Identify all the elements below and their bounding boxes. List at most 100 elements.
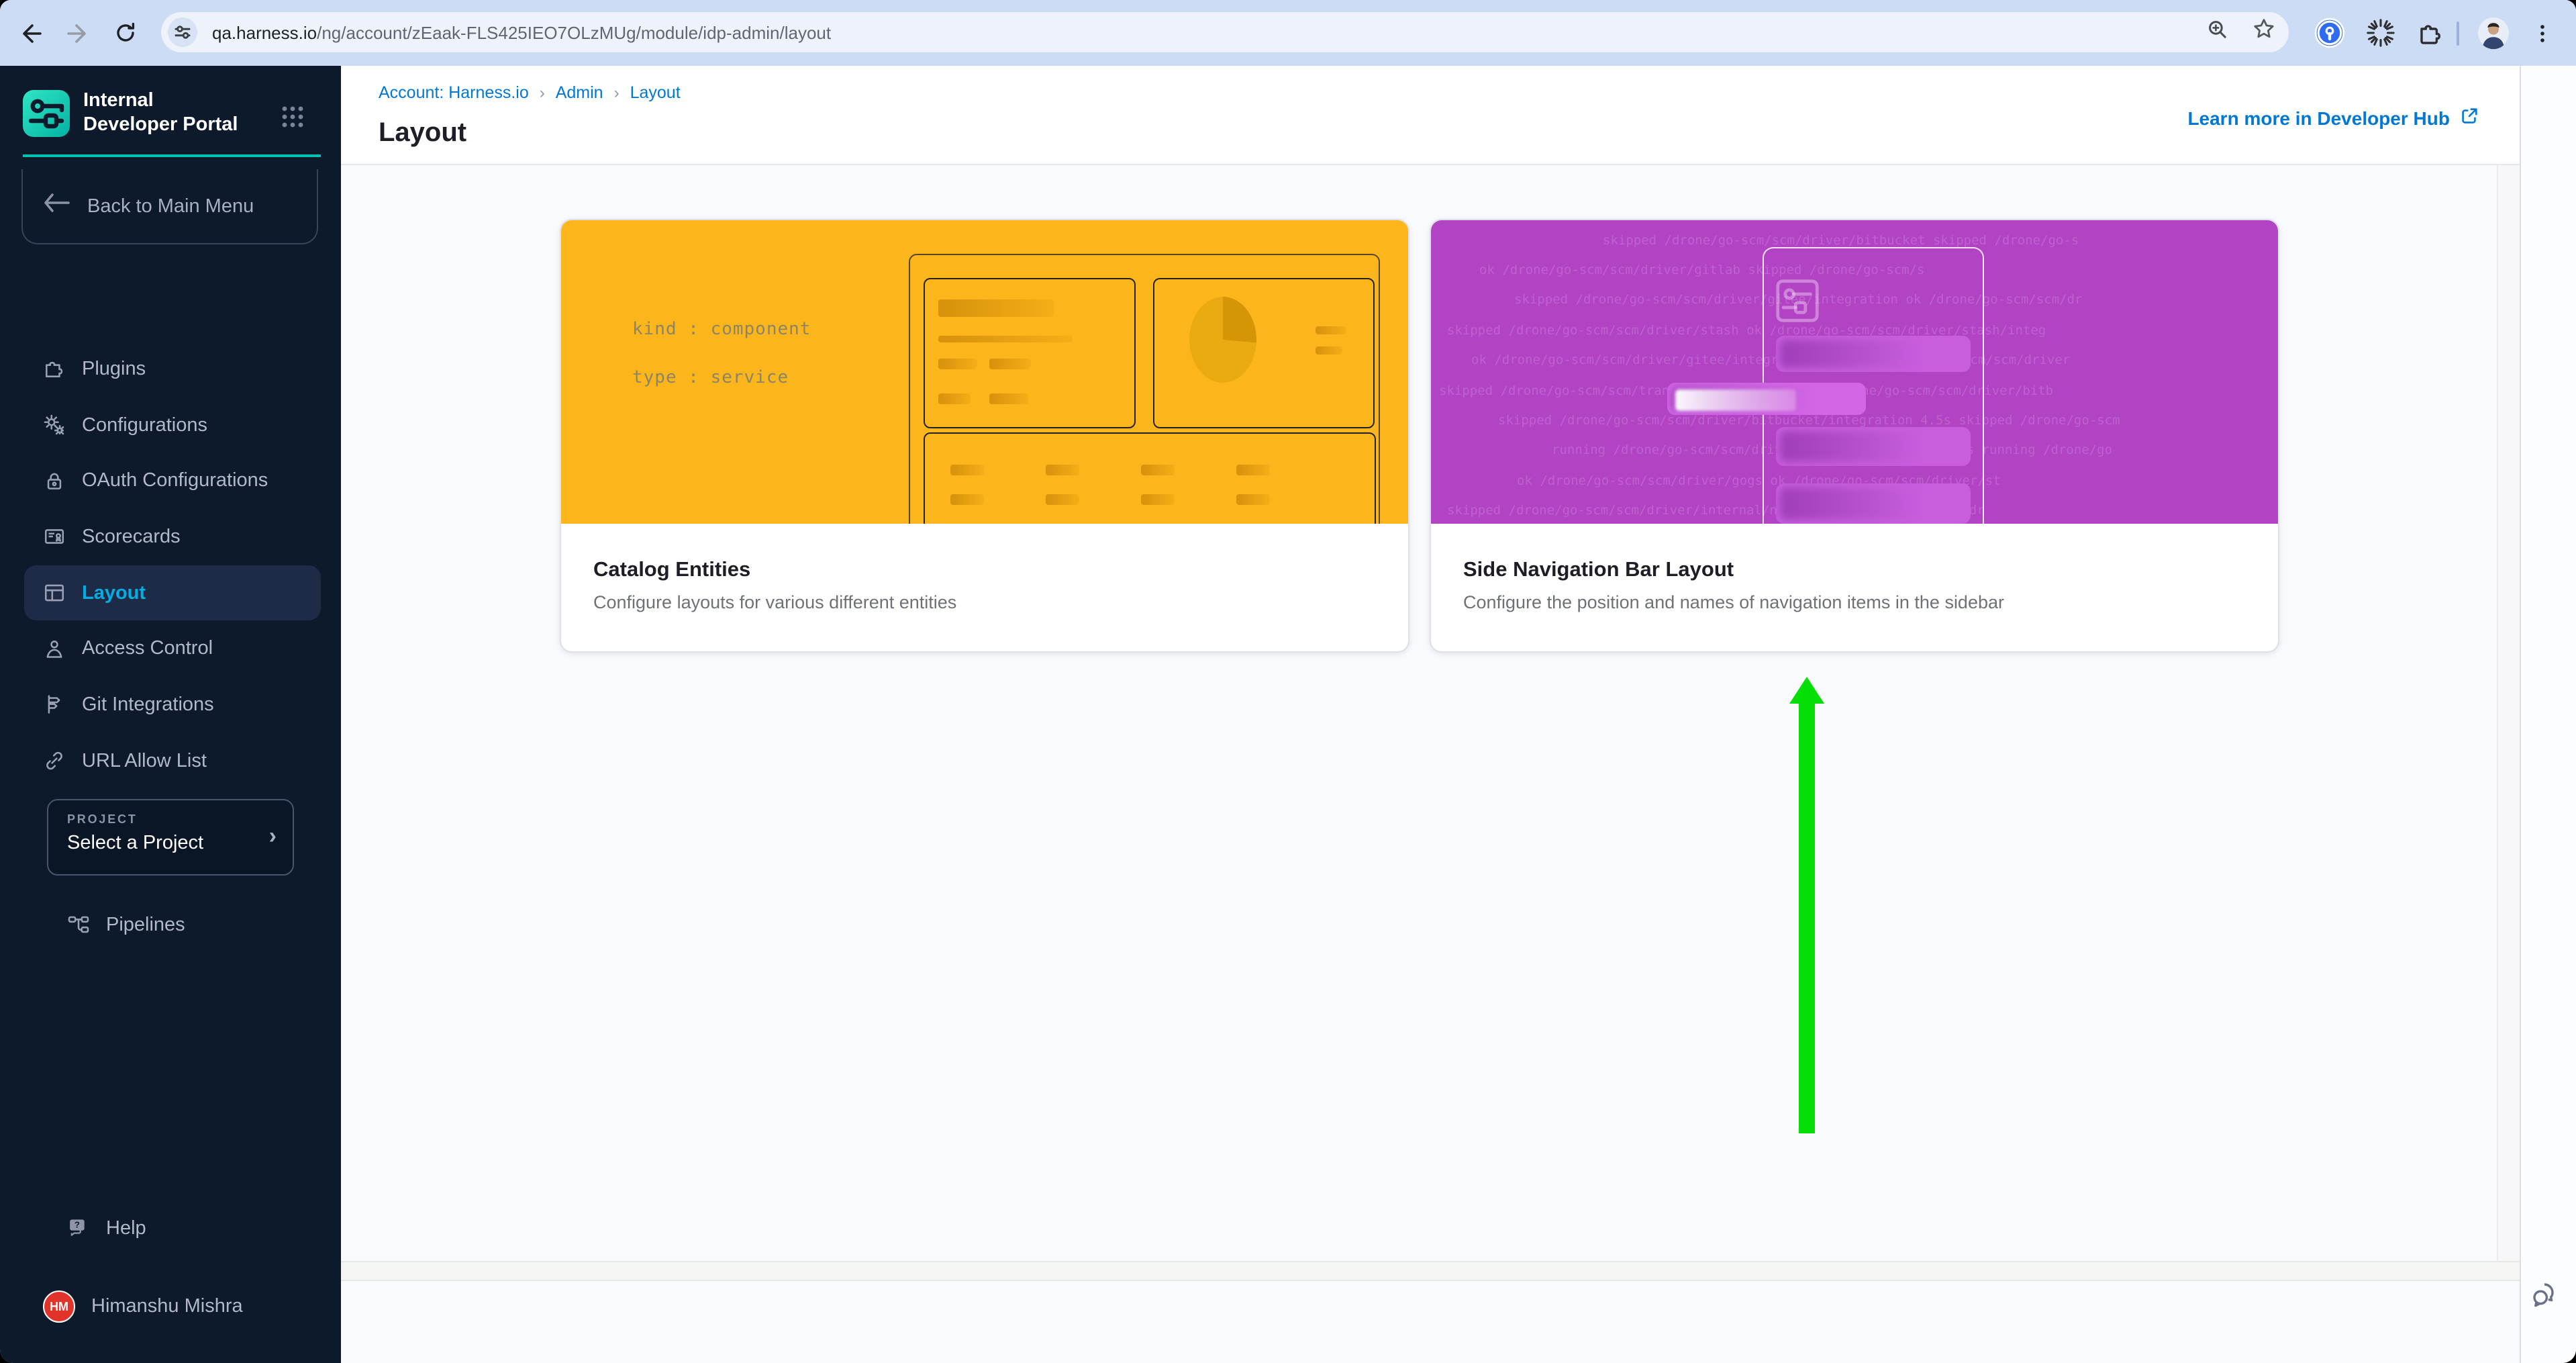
breadcrumb-separator-icon: ›	[540, 83, 545, 102]
zoom-in-page-icon[interactable]	[2207, 18, 2228, 46]
bookmark-star-icon[interactable]	[2252, 17, 2275, 47]
link-icon	[43, 749, 66, 772]
browser-toolbar: qa.harness.io/ng/account/zEaak-FLS425IEO…	[0, 0, 2576, 67]
sidebar-item-label: Scorecards	[82, 526, 181, 548]
pipelines-icon	[67, 914, 90, 937]
vertical-scrollbar[interactable]	[2497, 164, 2520, 1261]
product-title: Internal Developer Portal	[83, 89, 251, 137]
password-manager-extension-icon[interactable]	[2314, 0, 2345, 66]
screen: qa.harness.io/ng/account/zEaak-FLS425IEO…	[0, 0, 2576, 1363]
gears-icon	[43, 414, 66, 436]
scorecard-icon	[43, 526, 66, 549]
svg-text:?: ?	[75, 1220, 80, 1230]
module-switcher-icon[interactable]	[278, 102, 307, 132]
mock-drag-highlight	[1675, 389, 1795, 410]
mock-nav-item	[1775, 483, 1970, 524]
side-nav-illustration: skipped /drone/go-scm/scm/driver/bitbuck…	[1431, 220, 2277, 524]
sidebar-item-plugins[interactable]: Plugins	[24, 341, 321, 397]
right-gutter	[2521, 66, 2576, 1363]
person-icon	[43, 638, 66, 661]
brand-divider	[23, 154, 321, 157]
mock-nav-item	[1775, 335, 1970, 371]
project-label: PROJECT	[67, 812, 293, 826]
url-bar[interactable]: qa.harness.io/ng/account/zEaak-FLS425IEO…	[161, 12, 2289, 52]
breadcrumb: Account: Harness.io › Admin › Layout	[379, 83, 681, 102]
sidebar-item-pipelines[interactable]: Pipelines	[48, 897, 345, 953]
sidebar-item-configurations[interactable]: Configurations	[24, 397, 321, 453]
sidebar-item-label: URL Allow List	[82, 750, 207, 771]
user-name: Himanshu Mishra	[91, 1296, 243, 1317]
back-label: Back to Main Menu	[87, 195, 254, 217]
breadcrumb-admin[interactable]: Admin	[556, 83, 603, 102]
url-path: /ng/account/zEaak-FLS425IEO7OLzMUg/modul…	[317, 22, 831, 42]
browser-reload-button[interactable]	[109, 16, 142, 50]
git-icon	[43, 694, 66, 716]
toolbar-separator	[2457, 0, 2459, 66]
back-to-main-menu[interactable]: Back to Main Menu	[21, 169, 318, 244]
sidebar-item-label: Help	[106, 1218, 146, 1239]
external-link-icon	[2459, 106, 2479, 130]
browser-profile-avatar[interactable]	[2477, 0, 2510, 66]
sidebar-nav: Plugins Configurations OAuth Configuration…	[0, 341, 341, 789]
help-icon: ?	[67, 1217, 90, 1240]
browser-menu-icon[interactable]	[2532, 0, 2553, 66]
extensions-puzzle-icon[interactable]	[2416, 0, 2444, 66]
url-host: qa.harness.io	[212, 22, 317, 42]
url-text[interactable]: qa.harness.io/ng/account/zEaak-FLS425IEO…	[212, 12, 831, 52]
sidebar-item-url-allow-list[interactable]: URL Allow List	[24, 733, 321, 789]
back-arrow-icon	[43, 193, 70, 219]
sidebar-item-label: OAuth Configurations	[82, 470, 268, 491]
sidebar-item-label: Git Integrations	[82, 694, 214, 716]
card-description: Configure layouts for various different …	[593, 592, 1375, 612]
browser-forward-button[interactable]	[60, 16, 94, 50]
user-avatar: HM	[43, 1290, 75, 1323]
breadcrumb-separator-icon: ›	[614, 83, 620, 102]
page-header: Account: Harness.io › Admin › Layout Lay…	[341, 66, 2520, 164]
card-title: Catalog Entities	[593, 559, 1375, 583]
breadcrumb-layout[interactable]: Layout	[630, 83, 681, 102]
layout-icon	[43, 581, 66, 604]
lock-icon	[43, 469, 66, 492]
sidebar-user[interactable]: HM Himanshu Mishra	[24, 1278, 333, 1335]
card-title: Side Navigation Bar Layout	[1463, 559, 2245, 583]
sidebar-item-label: Access Control	[82, 639, 213, 660]
breadcrumb-account[interactable]: Account: Harness.io	[379, 83, 529, 102]
card-side-navigation-layout[interactable]: skipped /drone/go-scm/scm/driver/bitbuck…	[1430, 218, 2279, 653]
mock-dashboard	[909, 253, 1379, 524]
code-line: kind : component	[632, 319, 811, 339]
sidebar-item-access-control[interactable]: Access Control	[24, 621, 321, 677]
sidebar-item-help[interactable]: ? Help	[48, 1201, 345, 1256]
app-frame: Internal Developer Portal Back to Main M…	[0, 66, 2576, 1363]
browser-back-button[interactable]	[13, 16, 47, 50]
project-value: Select a Project	[67, 833, 293, 854]
browser-window: qa.harness.io/ng/account/zEaak-FLS425IEO…	[0, 0, 2576, 1363]
page-body: kind : component type : service	[341, 164, 2497, 1261]
catalog-entities-illustration: kind : component type : service	[561, 220, 1407, 524]
mock-nav-item	[1775, 426, 1970, 465]
spinner-extension-icon[interactable]	[2365, 0, 2396, 66]
learn-more-link[interactable]: Learn more in Developer Hub	[2187, 106, 2479, 130]
sidebar: Internal Developer Portal Back to Main M…	[0, 66, 341, 1363]
mock-logo-icon	[1775, 279, 1818, 329]
sidebar-item-label: Pipelines	[106, 914, 185, 936]
sidebar-item-scorecards[interactable]: Scorecards	[24, 509, 321, 565]
sidebar-item-oauth-configurations[interactable]: OAuth Configurations	[24, 453, 321, 509]
card-catalog-entities[interactable]: kind : component type : service	[560, 218, 1409, 653]
mock-pie-chart	[1189, 296, 1256, 382]
page-title: Layout	[379, 118, 466, 149]
idp-logo[interactable]	[23, 90, 70, 137]
site-settings-icon[interactable]	[168, 17, 197, 47]
support-chat-icon[interactable]	[2530, 1280, 2563, 1312]
project-selector[interactable]: PROJECT Select a Project ›	[47, 799, 294, 876]
sidebar-item-label: Configurations	[82, 414, 207, 436]
sidebar-item-label: Plugins	[82, 359, 146, 380]
sidebar-item-layout[interactable]: Layout	[24, 565, 321, 621]
chevron-right-icon: ›	[269, 823, 277, 850]
below-scroll-area	[341, 1280, 2520, 1363]
sidebar-item-label: Layout	[82, 582, 146, 604]
learn-more-label: Learn more in Developer Hub	[2187, 107, 2450, 129]
sidebar-item-git-integrations[interactable]: Git Integrations	[24, 677, 321, 733]
code-line: type : service	[632, 367, 789, 387]
puzzle-icon	[43, 358, 66, 381]
horizontal-scrollbar[interactable]	[341, 1261, 2520, 1280]
